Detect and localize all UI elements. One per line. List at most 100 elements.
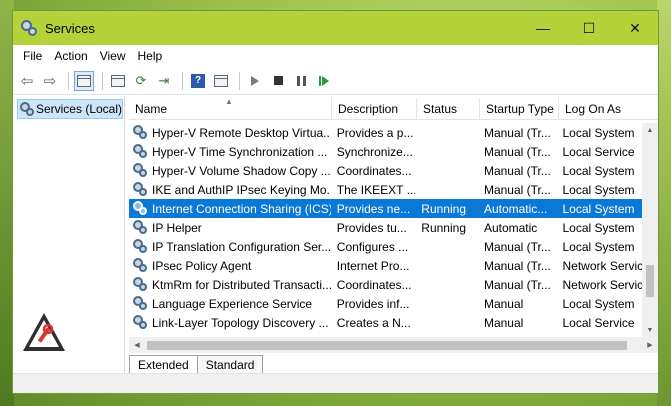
menu-view[interactable]: View [94,49,132,63]
column-header-status[interactable]: Status [417,97,480,120]
tab-extended[interactable]: Extended [129,355,198,373]
cell-description-text: Coordinates... [336,277,412,292]
services-list-pane: ▲ Name Description Status Startup Type L… [129,96,658,373]
tab-standard[interactable]: Standard [197,355,264,373]
scroll-up-icon[interactable]: ▲ [642,123,658,137]
cell-startup-type-text: Manual (Tr... [483,239,551,254]
cell-status [415,294,478,313]
cell-description-text: Coordinates... [336,163,412,178]
stop-icon [273,76,283,85]
stop-service-button[interactable] [268,71,288,91]
cell-log-on-as-text: Local System [562,220,635,235]
cell-description-text: Provides tu... [336,220,407,235]
tree-item-label: Services (Local) [35,102,122,116]
cell-name-text: IPsec Policy Agent [152,258,252,273]
cell-log-on-as: Local System [557,161,643,180]
services-table-body: Hyper-V Remote Desktop Virtua... Provides… [129,123,642,332]
menu-bar: File Action View Help [13,45,658,67]
cell-startup-type: Manual (Tr... [478,142,557,161]
cell-startup-type-text: Manual [483,315,524,330]
service-gear-icon [133,125,148,140]
wrench-logo-icon [21,311,67,357]
cell-log-on-as-text: Local System [562,125,635,140]
back-button[interactable]: ⇦ [17,71,37,91]
column-header-startup-type[interactable]: Startup Type [480,97,559,120]
cell-name: KtmRm for Distributed Transacti... [129,275,331,294]
minimize-button[interactable]: — [520,11,566,45]
cell-name-text: KtmRm for Distributed Transacti... [152,277,331,292]
service-gear-icon [133,201,148,216]
arrow-right-icon: ⇨ [43,72,57,90]
start-service-button[interactable] [245,71,265,91]
scroll-left-icon[interactable]: ◀ [129,337,145,353]
service-row[interactable]: Link-Layer Topology Discovery ... Creates… [129,313,642,332]
tree-item-services-local[interactable]: Services (Local) [17,99,123,119]
service-row[interactable]: IPsec Policy Agent Internet Pro... Manual … [129,256,642,275]
horizontal-scrollbar[interactable]: ◀ ▶ [129,337,658,353]
services-gear-icon [20,102,34,116]
restart-service-button[interactable] [314,71,334,91]
close-button[interactable]: ✕ [612,11,658,45]
service-gear-icon [133,315,148,330]
service-row[interactable]: IP Helper Provides tu... Running Automatic L… [129,218,642,237]
cell-name: Hyper-V Volume Shadow Copy ... [129,161,331,180]
properties-button[interactable] [108,71,128,91]
scroll-right-icon[interactable]: ▶ [642,337,658,353]
service-row[interactable]: KtmRm for Distributed Transacti... Coordi… [129,275,642,294]
cell-description: Configures ... [331,237,416,256]
service-row[interactable]: Language Experience Service Provides inf.… [129,294,642,313]
pause-service-button[interactable] [291,71,311,91]
cell-name-text: IKE and AuthIP IPsec Keying Mo... [152,182,331,197]
refresh-button[interactable]: ⟳ [131,71,151,91]
cell-name: IPsec Policy Agent [129,256,331,275]
service-row[interactable]: Hyper-V Volume Shadow Copy ... Coordinate… [129,161,642,180]
column-header-row: ▲ Name Description Status Startup Type L… [129,97,658,120]
help-button[interactable]: ? [188,71,208,91]
cell-log-on-as: Network Servic [557,256,643,275]
desktop-background-right [657,0,671,406]
vertical-scrollbar[interactable]: ▲ ▼ [642,123,658,337]
show-action-pane-button[interactable] [211,71,231,91]
service-row[interactable]: IKE and AuthIP IPsec Keying Mo... The IKE… [129,180,642,199]
service-row[interactable]: Hyper-V Remote Desktop Virtua... Provides… [129,123,642,142]
cell-startup-type-text: Automatic... [483,201,548,216]
cell-name-text: Language Experience Service [152,296,313,311]
export-list-button[interactable]: ⇥ [154,71,174,91]
service-gear-icon [133,220,148,235]
service-row[interactable]: Hyper-V Time Synchronization ... Synchron… [129,142,642,161]
cell-startup-type: Manual (Tr... [478,180,557,199]
cell-name-text: Hyper-V Remote Desktop Virtua... [152,125,331,140]
service-gear-icon [133,239,148,254]
view-tabs: Extended Standard [129,355,658,373]
scroll-down-icon[interactable]: ▼ [642,323,658,337]
cell-name: Link-Layer Topology Discovery ... [129,313,331,332]
title-bar[interactable]: Services — ☐ ✕ [13,11,658,45]
cell-status [415,313,478,332]
menu-help[interactable]: Help [132,49,169,63]
cell-description-text: Internet Pro... [336,258,410,273]
horizontal-scroll-thumb[interactable] [147,340,627,350]
cell-description-text: The IKEEXT ... [336,182,416,197]
forward-button[interactable]: ⇨ [40,71,60,91]
vertical-scroll-thumb[interactable] [646,265,654,297]
toolbar: ⇦ ⇨ ⟳ ⇥ ? [13,67,658,95]
cell-description: The IKEEXT ... [331,180,416,199]
cell-log-on-as: Local System [557,218,643,237]
cell-description: Provides tu... [331,218,416,237]
cell-startup-type-text: Manual [483,296,524,311]
cell-startup-type-text: Manual (Tr... [483,163,551,178]
status-bar [13,373,658,393]
service-gear-icon [133,182,148,197]
menu-file[interactable]: File [17,49,48,63]
service-row[interactable]: Internet Connection Sharing (ICS) Provide… [129,199,642,218]
cell-name: IKE and AuthIP IPsec Keying Mo... [129,180,331,199]
help-icon: ? [191,73,205,88]
column-header-log-on-as[interactable]: Log On As [559,98,645,120]
cell-name-text: Hyper-V Volume Shadow Copy ... [152,163,331,178]
service-row[interactable]: IP Translation Configuration Ser... Confi… [129,237,642,256]
arrow-left-icon: ⇦ [20,72,34,90]
menu-action[interactable]: Action [48,49,93,63]
maximize-button[interactable]: ☐ [566,11,612,45]
column-header-description[interactable]: Description [332,97,417,120]
show-hide-console-tree-button[interactable] [74,70,94,91]
